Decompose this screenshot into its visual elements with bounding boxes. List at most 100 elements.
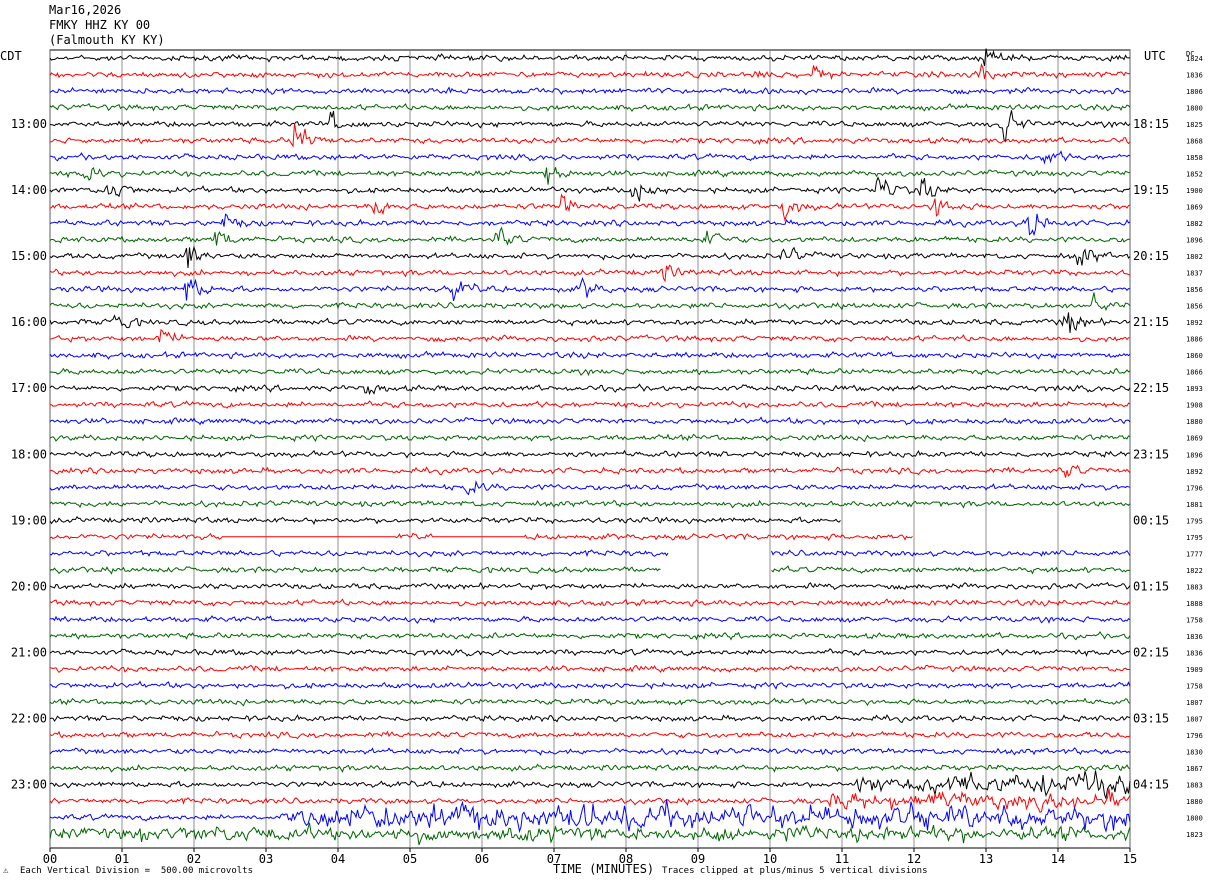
trace-line: [49, 788, 1131, 813]
trace-line: [49, 664, 1131, 674]
left-hour-label: 23:00: [11, 777, 47, 791]
x-tick-label: 14: [1051, 852, 1065, 866]
right-hour-label: 19:15: [1133, 183, 1169, 197]
dc-offset-label: 1867: [1186, 765, 1203, 773]
trace-line: [49, 264, 1131, 283]
right-hour-label: 21:15: [1133, 315, 1169, 329]
dc-offset-label: 1882: [1186, 220, 1203, 228]
dc-offset-label: 1825: [1186, 121, 1203, 129]
dc-offset-label: 1883: [1186, 781, 1203, 789]
dc-offset-label: 1856: [1186, 286, 1203, 294]
dc-offset-label: 1796: [1186, 484, 1203, 492]
trace-line: [49, 747, 1131, 756]
trace-line: [49, 822, 1131, 846]
x-tick-label: 13: [979, 852, 993, 866]
trace-line: [49, 383, 1131, 396]
dc-offset-label: 1836: [1186, 633, 1203, 641]
dc-offset-label: 1892: [1186, 319, 1203, 327]
trace-line: [49, 515, 841, 525]
trace-line: [49, 176, 1131, 202]
trace-line: [49, 464, 1131, 478]
x-tick-label: 02: [187, 852, 201, 866]
trace-line: [49, 480, 1131, 496]
x-axis-title: TIME (MINUTES): [553, 862, 655, 876]
dc-offset-label: 1869: [1186, 435, 1203, 443]
trace-line: [49, 367, 1131, 377]
dc-offset-label: 1909: [1186, 666, 1203, 674]
trace-line: [49, 292, 1131, 312]
x-tick-label: 10: [763, 852, 777, 866]
right-hour-label: 20:15: [1133, 249, 1169, 263]
dc-offset-label: 1802: [1186, 253, 1203, 261]
x-tick-label: 04: [331, 852, 345, 866]
dc-offset-label: 1866: [1186, 369, 1203, 377]
plot-frame: [49, 49, 1131, 849]
left-hour-label: 21:00: [11, 645, 47, 659]
x-tick-label: 03: [259, 852, 273, 866]
dc-offset-label: 1836: [1186, 649, 1203, 657]
trace-line: [49, 110, 1131, 143]
left-hour-label: 13:00: [11, 117, 47, 131]
trace-line: [49, 103, 1131, 112]
dc-offset-label: 1800: [1186, 814, 1203, 822]
dc-offset-label: 1823: [1186, 831, 1203, 839]
x-tick-label: 05: [403, 852, 417, 866]
dc-offset-label: 1896: [1186, 237, 1203, 245]
dc-offset-label: 1888: [1186, 600, 1203, 608]
left-hour-label: 22:00: [11, 711, 47, 725]
dc-offset-label: 1796: [1186, 732, 1203, 740]
trace-line: [49, 714, 1131, 724]
right-hour-label: 01:15: [1133, 579, 1169, 593]
dc-offset-label: 1795: [1186, 534, 1203, 542]
dc-offset-label: 1892: [1186, 468, 1203, 476]
dc-offset-label: 1860: [1186, 352, 1203, 360]
x-tick-label: 15: [1123, 852, 1137, 866]
dc-offset-label: 1830: [1186, 748, 1203, 756]
trace-line: [49, 328, 1131, 343]
left-hour-label: 14:00: [11, 183, 47, 197]
trace-line: [49, 277, 1131, 302]
trace-line: [49, 213, 1131, 237]
dc-offset-label: 1908: [1186, 402, 1203, 410]
trace-line: [49, 770, 1131, 799]
corner-mark: ⚠: [3, 866, 9, 876]
dc-offset-label: 1837: [1186, 270, 1203, 278]
left-hour-label: 20:00: [11, 579, 47, 593]
right-hour-label: 04:15: [1133, 777, 1169, 791]
dc-offset-label: 1806: [1186, 88, 1203, 96]
dc-offset-label: 1858: [1186, 154, 1203, 162]
right-hour-label: 03:15: [1133, 711, 1169, 725]
trace-line: [49, 433, 1131, 443]
clip-note: Traces clipped at plus/minus 5 vertical …: [662, 866, 928, 876]
scale-note: Each Vertical Division = 500.00 microvol…: [20, 866, 253, 876]
trace-line: [49, 62, 1131, 81]
dc-offset-label: 1896: [1186, 451, 1203, 459]
right-hour-label: 22:15: [1133, 381, 1169, 395]
right-hour-label: 00:15: [1133, 513, 1169, 527]
dc-offset-label: 1807: [1186, 699, 1203, 707]
trace-line: [49, 86, 1131, 96]
trace-line: [49, 193, 1131, 223]
trace-line: [49, 763, 1131, 773]
dc-offset-label: 1807: [1186, 715, 1203, 723]
dc-offset-label: 1868: [1186, 138, 1203, 146]
trace-line: [49, 166, 1130, 185]
trace-line: [49, 312, 1131, 333]
dc-offset-label: 1869: [1186, 204, 1203, 212]
left-hour-label: 15:00: [11, 249, 47, 263]
left-hour-label: 16:00: [11, 315, 47, 329]
trace-line: [49, 416, 1131, 426]
trace-line: [49, 350, 1131, 360]
x-tick-label: 12: [907, 852, 921, 866]
dc-offset-label: 1824: [1186, 55, 1203, 63]
left-hour-label: 19:00: [11, 513, 47, 527]
dc-offset-label: 1880: [1186, 418, 1203, 426]
trace-line: [49, 449, 1131, 459]
dc-offset-label: 1856: [1186, 303, 1203, 311]
x-tick-label: 11: [835, 852, 849, 866]
dc-offset-label: 1758: [1186, 616, 1203, 624]
dc-offset-label: 1852: [1186, 171, 1203, 179]
trace-line: [49, 48, 1131, 67]
dc-offset-label: 1777: [1186, 550, 1203, 558]
dc-offset-label: 1886: [1186, 336, 1203, 344]
